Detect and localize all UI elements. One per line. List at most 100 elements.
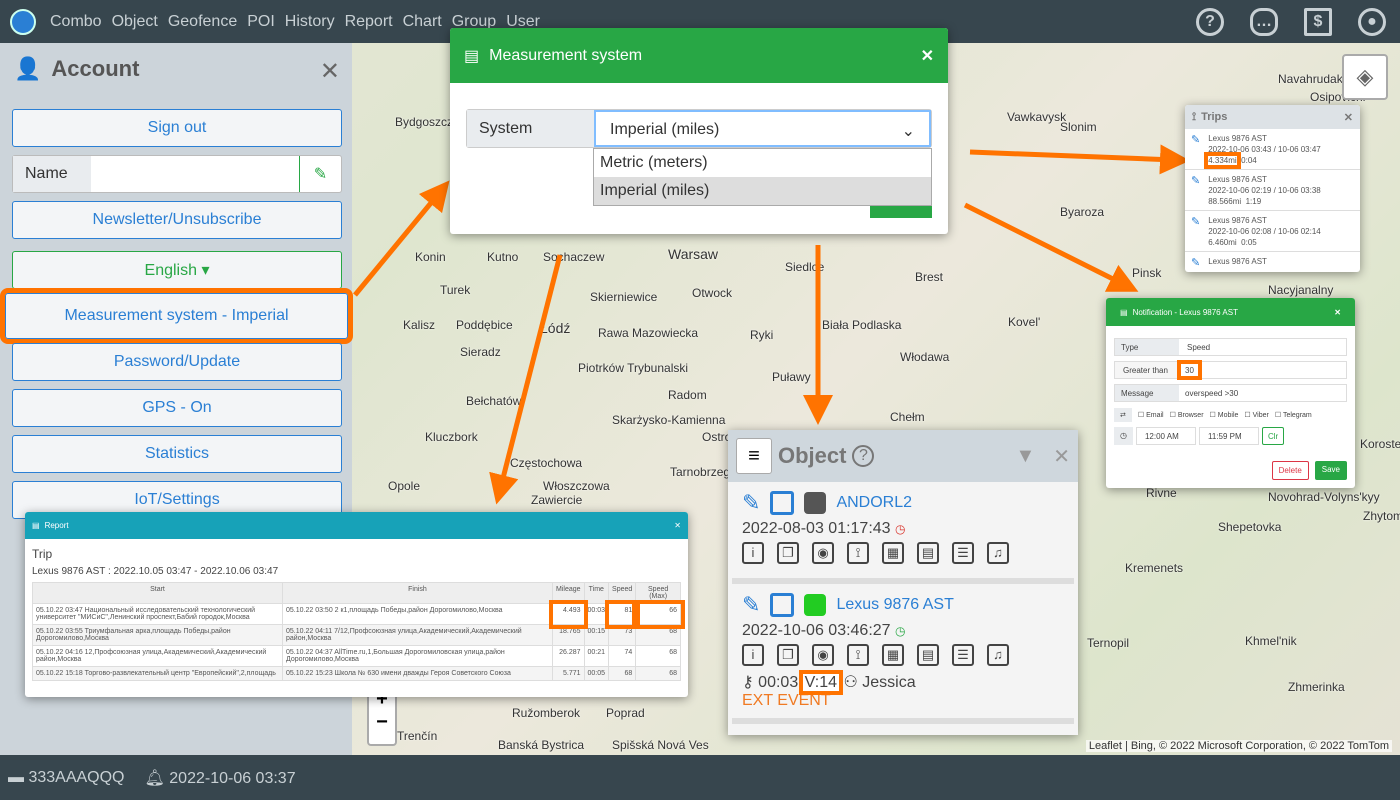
object-item[interactable]: ✎ ANDORL2 2022-08-03 01:17:43 ◷ i ❐ ◉ ⟟ ▦ ▤ ☰ ♫: [732, 482, 1074, 584]
statistics-button[interactable]: Statistics: [12, 435, 342, 473]
group-name[interactable]: 333AAAQQQ: [28, 769, 124, 786]
copy-icon[interactable]: ❐: [777, 542, 799, 564]
invoice-icon[interactable]: $: [1304, 8, 1332, 36]
time-from-input[interactable]: 12:00 AM: [1135, 427, 1196, 445]
delete-button[interactable]: Delete: [1271, 461, 1309, 480]
edit-icon[interactable]: ✎: [1191, 133, 1200, 165]
table-row[interactable]: 05.10.22 03:55 Триумфальная арка,площадь…: [32, 624, 681, 646]
close-icon[interactable]: ✕: [921, 46, 934, 66]
bell-icon[interactable]: ♫: [987, 644, 1009, 666]
eye-icon[interactable]: ◉: [812, 644, 834, 666]
message-input[interactable]: overspeed >30: [1179, 385, 1346, 401]
column-header: Finish: [282, 582, 553, 604]
name-input[interactable]: [91, 156, 299, 192]
table-row[interactable]: 05.10.22 03:47 Национальный исследовател…: [32, 599, 685, 629]
document-icon[interactable]: ▤: [917, 542, 939, 564]
list-icon[interactable]: ☰: [952, 644, 974, 666]
help-icon[interactable]: ?: [852, 445, 875, 467]
edit-icon[interactable]: ✎: [742, 592, 760, 618]
table-cell: 68: [635, 645, 681, 667]
clear-button[interactable]: Clr: [1261, 427, 1285, 445]
time-to-input[interactable]: 11:59 PM: [1198, 427, 1259, 445]
close-icon[interactable]: ✕: [1053, 444, 1070, 469]
layers-icon[interactable]: ◈: [1342, 54, 1388, 100]
edit-icon[interactable]: ✎: [1191, 174, 1200, 206]
select-checkbox[interactable]: [770, 491, 795, 515]
bell-icon[interactable]: ♫: [987, 542, 1009, 564]
chat-icon[interactable]: …: [1250, 8, 1278, 36]
trips-title: Trips: [1201, 111, 1228, 123]
nav-geofence[interactable]: Geofence: [168, 13, 237, 31]
zoom-out-button[interactable]: −: [369, 711, 395, 734]
copy-icon[interactable]: ❐: [777, 644, 799, 666]
last-update-time: 2022-08-03 01:17:43: [742, 520, 891, 537]
menu-icon[interactable]: ≡: [736, 438, 772, 474]
help-icon[interactable]: ?: [1196, 8, 1224, 36]
email-checkbox[interactable]: ☐ Email: [1138, 411, 1164, 419]
password-update-button[interactable]: Password/Update: [12, 343, 342, 381]
gps-toggle-button[interactable]: GPS - On: [12, 389, 342, 427]
map-label: Ružomberok: [512, 706, 581, 720]
trip-item[interactable]: ✎ Lexus 9876 AST 2022-10-06 02:08 / 10-06 …: [1185, 211, 1360, 252]
edit-icon[interactable]: ✎: [742, 490, 760, 516]
edit-icon[interactable]: ✎: [299, 156, 341, 192]
close-icon[interactable]: ✕: [674, 521, 681, 530]
eye-icon[interactable]: ◉: [812, 542, 834, 564]
list-icon[interactable]: ☰: [952, 542, 974, 564]
route-icon[interactable]: ⟟: [847, 542, 869, 564]
table-cell: 05.10.22 04:16 12,Профсоюзная улица,Акад…: [32, 645, 283, 667]
table-cell: 05.10.22 03:50 2 к1,площадь Победы,район…: [282, 603, 553, 625]
viber-checkbox[interactable]: ☐ Viber: [1244, 411, 1268, 419]
document-icon[interactable]: ▤: [917, 644, 939, 666]
type-select[interactable]: Speed: [1179, 339, 1346, 355]
info-icon[interactable]: i: [742, 644, 764, 666]
object-name[interactable]: Lexus 9876 AST: [836, 596, 953, 614]
system-select[interactable]: Imperial (miles) ⌄: [594, 110, 931, 147]
close-icon[interactable]: ✕: [1344, 111, 1353, 124]
trip-item[interactable]: ✎ Lexus 9876 AST 2022-10-06 02:19 / 10-06 …: [1185, 170, 1360, 211]
trip-distance: 4.334mi: [1204, 152, 1241, 169]
map-label: Otwock: [692, 286, 733, 300]
greater-than-input[interactable]: 30: [1177, 360, 1202, 380]
trip-item[interactable]: ✎ Lexus 9876 AST: [1185, 252, 1360, 272]
trip-period: 2022-10-06 02:08 / 10-06 02:14: [1208, 227, 1321, 236]
filter-icon[interactable]: ▼: [1015, 445, 1035, 468]
trip-distance: 88.566mi: [1208, 197, 1242, 206]
logo-icon[interactable]: [10, 8, 36, 35]
newsletter-button[interactable]: Newsletter/Unsubscribe: [12, 201, 342, 239]
edit-icon[interactable]: ✎: [1191, 215, 1200, 247]
table-row[interactable]: 05.10.22 15:18 Торгово-развлекательный ц…: [32, 666, 681, 681]
user-icon[interactable]: ●: [1358, 8, 1386, 36]
nav-combo[interactable]: Combo: [50, 13, 102, 31]
object-item[interactable]: ✎ Lexus 9876 AST 2022-10-06 03:46:27 ◷ i ❐ ◉…: [732, 584, 1074, 724]
edit-icon[interactable]: ✎: [1191, 256, 1200, 272]
car-icon: [804, 594, 827, 616]
info-icon[interactable]: i: [742, 542, 764, 564]
mobile-checkbox[interactable]: ☐ Mobile: [1210, 411, 1239, 419]
measurement-system-button[interactable]: Measurement system - Imperial: [0, 288, 353, 344]
nav-object[interactable]: Object: [112, 13, 158, 31]
map-icon[interactable]: ▦: [882, 542, 904, 564]
table-row[interactable]: 05.10.22 04:16 12,Профсоюзная улица,Акад…: [32, 645, 681, 667]
event-time[interactable]: 2022-10-06 03:37: [169, 770, 295, 787]
map-icon[interactable]: ▦: [882, 644, 904, 666]
map-label: Poprad: [606, 706, 645, 720]
nav-history[interactable]: History: [285, 13, 335, 31]
route-icon[interactable]: ⟟: [847, 644, 869, 666]
close-icon[interactable]: ✕: [1334, 308, 1341, 317]
option-metric[interactable]: Metric (meters): [594, 149, 931, 177]
telegram-checkbox[interactable]: ☐ Telegram: [1275, 411, 1312, 419]
browser-checkbox[interactable]: ☐ Browser: [1170, 411, 1204, 419]
nav-report[interactable]: Report: [345, 13, 393, 31]
nav-chart[interactable]: Chart: [403, 13, 442, 31]
language-dropdown[interactable]: English ▾: [12, 251, 342, 289]
object-name[interactable]: ANDORL2: [836, 494, 912, 512]
nav-poi[interactable]: POI: [247, 13, 275, 31]
map-label: Bydgoszcz: [395, 115, 454, 129]
trip-item[interactable]: ✎ Lexus 9876 AST 2022-10-06 03:43 / 10-06 …: [1185, 129, 1360, 170]
close-icon[interactable]: ✕: [320, 57, 340, 86]
sign-out-button[interactable]: Sign out: [12, 109, 342, 147]
select-checkbox[interactable]: [770, 593, 795, 617]
save-button[interactable]: Save: [1314, 461, 1347, 480]
option-imperial[interactable]: Imperial (miles): [594, 177, 931, 205]
